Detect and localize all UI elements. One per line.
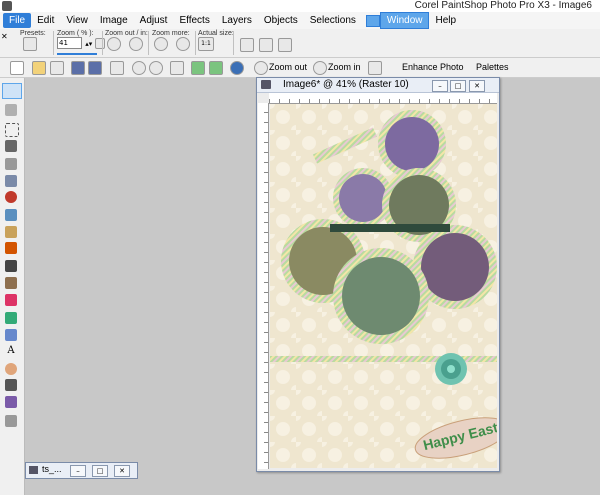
title-bar: Corel PaintShop Photo Pro X3 - Image6	[0, 0, 600, 12]
gradient-tool-icon[interactable]	[5, 260, 17, 272]
actual-size-label: Actual size:	[198, 30, 234, 37]
zoom-dropdown-icon[interactable]	[95, 37, 106, 49]
tool-options-bar: ✕ Presets: Zoom ( % ): 41 ▴▾ Zoom out / …	[0, 29, 600, 58]
palettes-button[interactable]: Palettes	[476, 60, 509, 74]
image-canvas[interactable]: Happy Easter!	[270, 104, 497, 468]
print-icon[interactable]	[110, 61, 124, 75]
close-button[interactable]: ✕	[469, 80, 485, 92]
zoom-out-icon[interactable]	[107, 37, 121, 51]
tools-palette: A	[0, 78, 25, 495]
duplicate-icon[interactable]	[368, 61, 382, 75]
menu-layers[interactable]: Layers	[216, 13, 258, 28]
browse-icon[interactable]	[50, 61, 64, 75]
menu-adjust[interactable]: Adjust	[134, 13, 174, 28]
effect-browser-icon[interactable]	[191, 61, 205, 75]
save-as-icon[interactable]	[88, 61, 102, 75]
menu-window[interactable]: Window	[379, 12, 430, 29]
zoom-more-in-icon[interactable]	[176, 37, 191, 51]
warp-tool-icon[interactable]	[5, 396, 17, 408]
zoom-more-out-icon[interactable]	[154, 37, 168, 51]
window-menu-icon[interactable]	[365, 14, 380, 27]
zoom-input[interactable]: 41	[57, 37, 82, 49]
vertical-ruler	[258, 103, 269, 469]
open-folder-icon[interactable]	[32, 61, 46, 75]
flood-fill-tool-icon[interactable]	[5, 312, 17, 324]
zoom-in-icon[interactable]	[129, 37, 144, 51]
pick-tool-icon[interactable]	[5, 104, 17, 116]
menu-help[interactable]: Help	[429, 13, 462, 28]
new-file-icon[interactable]	[10, 61, 24, 75]
scrapbook-artwork	[270, 104, 497, 468]
info-icon[interactable]	[230, 61, 244, 75]
shape-tool-icon[interactable]	[5, 363, 17, 375]
menu-objects[interactable]: Objects	[258, 13, 304, 28]
minimized-maximize-button[interactable]: □	[92, 465, 108, 477]
fit-window-icon[interactable]	[259, 38, 273, 52]
dropper-tool-icon[interactable]	[5, 140, 17, 152]
zoom-percent-label: Zoom ( % ):	[57, 30, 94, 37]
image-window-title: Image6* @ 41% (Raster 10)	[283, 79, 409, 90]
red-eye-tool-icon[interactable]	[5, 191, 17, 203]
minimized-restore-button[interactable]: –	[70, 465, 86, 477]
toolbar-zoom-in-icon[interactable]	[313, 61, 327, 75]
horizontal-ruler	[269, 93, 497, 104]
app-icon	[2, 1, 12, 11]
undo-icon[interactable]	[132, 61, 146, 75]
zoom-slider[interactable]	[57, 53, 97, 55]
maximize-button[interactable]: □	[450, 80, 466, 92]
minimized-close-button[interactable]: ✕	[114, 465, 130, 477]
makeover-tool-icon[interactable]	[5, 209, 17, 221]
save-icon[interactable]	[71, 61, 85, 75]
options-close-icon[interactable]: ✕	[1, 31, 8, 42]
enhance-photo-button[interactable]: Enhance Photo	[402, 60, 464, 74]
straighten-tool-icon[interactable]	[5, 175, 17, 187]
image-window[interactable]: Image6* @ 41% (Raster 10) – □ ✕ Happy Ea…	[256, 77, 500, 472]
color-changer-tool-icon[interactable]	[5, 329, 17, 341]
history-icon[interactable]	[209, 61, 223, 75]
clone-tool-icon[interactable]	[5, 226, 17, 238]
minimized-window-title: ts_...	[42, 464, 62, 474]
zoom-out-in-label: Zoom out / in:	[105, 30, 148, 37]
fit-image-icon[interactable]	[278, 38, 292, 52]
crop-tool-icon[interactable]	[5, 158, 17, 170]
pan-icon[interactable]	[240, 38, 254, 52]
zoom-in-button[interactable]: Zoom in	[328, 60, 361, 74]
pen-tool-icon[interactable]	[5, 379, 17, 391]
image-window-icon	[261, 80, 271, 89]
crop-icon[interactable]	[170, 61, 184, 75]
lighten-darken-tool-icon[interactable]	[5, 277, 17, 289]
presets-label: Presets:	[20, 30, 46, 37]
paint-brush-tool-icon[interactable]	[5, 242, 17, 254]
menu-bar: File Edit View Image Adjust Effects Laye…	[0, 12, 600, 30]
app-title: Corel PaintShop Photo Pro X3 - Image6	[414, 0, 592, 11]
art-media-tool-icon[interactable]	[5, 415, 17, 427]
zoom-more-label: Zoom more:	[152, 30, 190, 37]
minimized-window[interactable]: ts_... – □ ✕	[25, 462, 138, 479]
redo-icon[interactable]	[149, 61, 163, 75]
menu-edit[interactable]: Edit	[31, 13, 60, 28]
menu-file[interactable]: File	[3, 13, 32, 28]
actual-size-button[interactable]: 1:1	[198, 37, 214, 51]
menu-selections[interactable]: Selections	[304, 13, 362, 28]
menu-image[interactable]: Image	[94, 13, 134, 28]
menu-effects[interactable]: Effects	[173, 13, 215, 28]
toolbar-zoom-out-icon[interactable]	[254, 61, 268, 75]
minimize-button[interactable]: –	[432, 80, 448, 92]
standard-toolbar: Zoom out Zoom in Enhance Photo Palettes	[0, 58, 600, 78]
menu-view[interactable]: View	[60, 13, 94, 28]
text-tool-icon[interactable]: A	[5, 345, 17, 357]
zoom-spinner-icon[interactable]: ▴▾	[85, 40, 92, 48]
eraser-tool-icon[interactable]	[5, 294, 17, 306]
minimized-window-icon	[29, 466, 38, 474]
image-window-titlebar[interactable]: Image6* @ 41% (Raster 10) – □ ✕	[257, 78, 499, 93]
pan-tool-button[interactable]	[2, 83, 22, 99]
zoom-out-button[interactable]: Zoom out	[269, 60, 307, 74]
presets-hand-icon[interactable]	[23, 37, 37, 51]
selection-tool-icon[interactable]	[5, 123, 19, 137]
